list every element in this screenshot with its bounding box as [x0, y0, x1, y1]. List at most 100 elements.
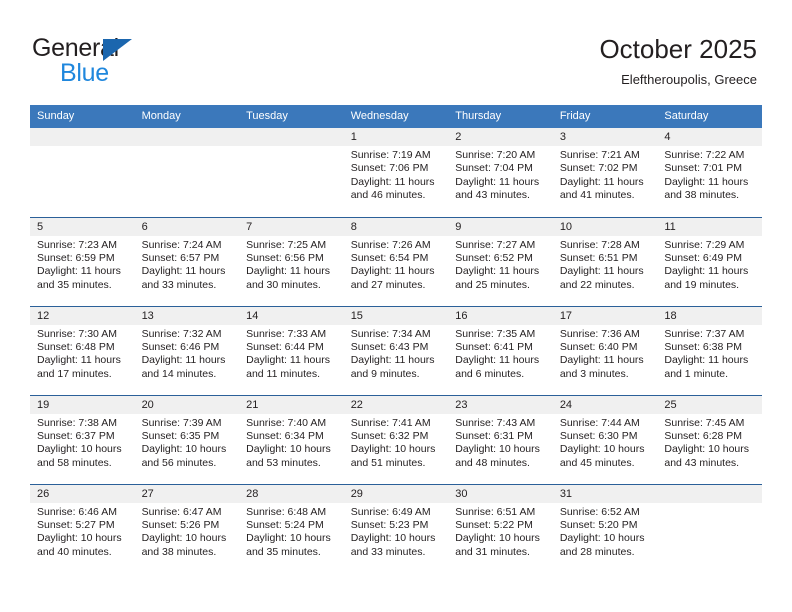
daylight-text-cont: and 48 minutes.: [455, 456, 530, 469]
weekday-header-monday: Monday: [134, 105, 240, 128]
sunrise-text: Sunrise: 7:22 AM: [664, 149, 745, 161]
sunrise-text: Sunrise: 6:48 AM: [246, 505, 327, 518]
day-cell[interactable]: 29 Sunrise: 6:49 AM Sunset: 5:23 PM Dayl…: [343, 483, 449, 573]
general-blue-logo: General Blue: [32, 34, 242, 88]
daylight-text: Daylight: 11 hours: [455, 175, 540, 188]
day-cell[interactable]: 10 Sunrise: 7:28 AM Sunset: 6:51 PM Dayl…: [552, 216, 658, 306]
sunrise-text: Sunrise: 7:40 AM: [246, 416, 327, 429]
week-row: 5 Sunrise: 7:23 AM Sunset: 6:59 PM Dayli…: [30, 216, 762, 306]
day-cell[interactable]: 31 Sunrise: 6:52 AM Sunset: 5:20 PM Dayl…: [552, 483, 658, 573]
sunrise-text: Sunrise: 7:43 AM: [455, 416, 536, 429]
day-cell[interactable]: 16 Sunrise: 7:35 AM Sunset: 6:41 PM Dayl…: [448, 305, 553, 395]
sunset-text: Sunset: 6:43 PM: [350, 340, 429, 353]
day-cell[interactable]: 24 Sunrise: 7:44 AM Sunset: 6:30 PM Dayl…: [552, 394, 658, 484]
daylight-text-cont: and 28 minutes.: [559, 545, 635, 558]
day-cell[interactable]: [134, 128, 240, 217]
sunset-text: Sunset: 7:02 PM: [559, 162, 638, 175]
day-details: Sunrise: 6:48 AM Sunset: 5:24 PM Dayligh…: [239, 503, 344, 560]
sunrise-text: Sunrise: 7:32 AM: [141, 327, 222, 340]
sunrise-text: Sunrise: 7:45 AM: [664, 416, 745, 429]
sunrise-text: Sunrise: 7:41 AM: [350, 416, 431, 429]
sunrise-text: Sunrise: 6:49 AM: [350, 505, 431, 518]
logo-triangle-icon: [103, 39, 132, 61]
day-details: Sunrise: 7:38 AM Sunset: 6:37 PM Dayligh…: [30, 414, 135, 471]
day-cell[interactable]: 22 Sunrise: 7:41 AM Sunset: 6:32 PM Dayl…: [343, 394, 449, 484]
day-number: 21: [239, 395, 344, 414]
sunrise-text: Sunrise: 7:26 AM: [350, 238, 431, 251]
day-cell[interactable]: 4 Sunrise: 7:22 AM Sunset: 7:01 PM Dayli…: [657, 128, 762, 217]
day-details: Sunrise: 7:33 AM Sunset: 6:44 PM Dayligh…: [239, 325, 344, 382]
sunrise-text: Sunrise: 6:47 AM: [141, 505, 222, 518]
day-cell[interactable]: 13 Sunrise: 7:32 AM Sunset: 6:46 PM Dayl…: [134, 305, 240, 395]
daylight-text: Daylight: 10 hours: [455, 443, 540, 456]
day-cell[interactable]: 7 Sunrise: 7:25 AM Sunset: 6:56 PM Dayli…: [239, 216, 344, 306]
day-cell[interactable]: 26 Sunrise: 6:46 AM Sunset: 5:27 PM Dayl…: [30, 483, 135, 573]
day-details: Sunrise: 6:51 AM Sunset: 5:22 PM Dayligh…: [448, 503, 553, 560]
day-cell[interactable]: 3 Sunrise: 7:21 AM Sunset: 7:02 PM Dayli…: [552, 128, 658, 217]
day-cell[interactable]: 11 Sunrise: 7:29 AM Sunset: 6:49 PM Dayl…: [657, 216, 762, 306]
day-cell[interactable]: 23 Sunrise: 7:43 AM Sunset: 6:31 PM Dayl…: [448, 394, 553, 484]
day-number: 19: [30, 395, 135, 414]
day-details: Sunrise: 7:32 AM Sunset: 6:46 PM Dayligh…: [135, 325, 240, 382]
daylight-text: Daylight: 10 hours: [37, 532, 122, 545]
sunrise-text: Sunrise: 7:29 AM: [664, 238, 745, 251]
sunset-text: Sunset: 6:46 PM: [141, 340, 220, 353]
day-cell[interactable]: 27 Sunrise: 6:47 AM Sunset: 5:26 PM Dayl…: [134, 483, 240, 573]
day-details: Sunrise: 7:22 AM Sunset: 7:01 PM Dayligh…: [657, 146, 762, 203]
sunset-text: Sunset: 5:23 PM: [350, 518, 429, 531]
day-cell[interactable]: 9 Sunrise: 7:27 AM Sunset: 6:52 PM Dayli…: [448, 216, 553, 306]
day-cell[interactable]: [239, 128, 344, 217]
day-number: 23: [448, 395, 553, 414]
day-number: 9: [448, 217, 553, 236]
sunset-text: Sunset: 6:41 PM: [455, 340, 533, 353]
sunset-text: Sunset: 7:01 PM: [664, 162, 743, 175]
day-cell[interactable]: [657, 483, 762, 573]
day-cell[interactable]: 8 Sunrise: 7:26 AM Sunset: 6:54 PM Dayli…: [343, 216, 449, 306]
day-number: 3: [552, 128, 658, 146]
day-number: 28: [239, 484, 344, 503]
sunset-text: Sunset: 6:30 PM: [559, 429, 638, 442]
day-cell[interactable]: [30, 128, 135, 217]
day-cell[interactable]: 21 Sunrise: 7:40 AM Sunset: 6:34 PM Dayl…: [239, 394, 344, 484]
sunrise-text: Sunrise: 7:35 AM: [455, 327, 536, 340]
day-cell[interactable]: 28 Sunrise: 6:48 AM Sunset: 5:24 PM Dayl…: [239, 483, 344, 573]
logo-text-blue: Blue: [60, 59, 109, 87]
page-subtitle: Eleftheroupolis, Greece: [621, 72, 757, 87]
day-details: Sunrise: 7:19 AM Sunset: 7:06 PM Dayligh…: [344, 146, 449, 203]
day-number: [134, 128, 240, 146]
sunrise-text: Sunrise: 7:37 AM: [664, 327, 745, 340]
day-cell[interactable]: 17 Sunrise: 7:36 AM Sunset: 6:40 PM Dayl…: [552, 305, 658, 395]
day-cell[interactable]: 30 Sunrise: 6:51 AM Sunset: 5:22 PM Dayl…: [448, 483, 553, 573]
day-number: 10: [552, 217, 658, 236]
day-cell[interactable]: 12 Sunrise: 7:30 AM Sunset: 6:48 PM Dayl…: [30, 305, 135, 395]
daylight-text: Daylight: 10 hours: [350, 532, 436, 545]
sunrise-text: Sunrise: 7:28 AM: [559, 238, 640, 251]
daylight-text-cont: and 11 minutes.: [246, 367, 321, 380]
sunset-text: Sunset: 6:34 PM: [246, 429, 324, 442]
day-cell[interactable]: 14 Sunrise: 7:33 AM Sunset: 6:44 PM Dayl…: [239, 305, 344, 395]
sunset-text: Sunset: 6:52 PM: [455, 251, 533, 264]
day-cell[interactable]: 19 Sunrise: 7:38 AM Sunset: 6:37 PM Dayl…: [30, 394, 135, 484]
day-number: 22: [343, 395, 449, 414]
week-row: 1 Sunrise: 7:19 AM Sunset: 7:06 PM Dayli…: [30, 128, 762, 217]
daylight-text-cont: and 19 minutes.: [664, 278, 740, 291]
daylight-text-cont: and 43 minutes.: [455, 189, 530, 202]
sunset-text: Sunset: 6:56 PM: [246, 251, 324, 264]
sunset-text: Sunset: 6:44 PM: [246, 340, 324, 353]
day-cell[interactable]: 1 Sunrise: 7:19 AM Sunset: 7:06 PM Dayli…: [343, 128, 449, 217]
day-cell[interactable]: 20 Sunrise: 7:39 AM Sunset: 6:35 PM Dayl…: [134, 394, 240, 484]
daylight-text-cont: and 45 minutes.: [559, 456, 635, 469]
day-number: 11: [657, 217, 762, 236]
sunset-text: Sunset: 5:27 PM: [37, 518, 115, 531]
daylight-text-cont: and 46 minutes.: [350, 189, 426, 202]
daylight-text: Daylight: 11 hours: [559, 265, 644, 278]
page-title: October 2025: [599, 34, 757, 64]
day-cell[interactable]: 18 Sunrise: 7:37 AM Sunset: 6:38 PM Dayl…: [657, 305, 762, 395]
day-cell[interactable]: 6 Sunrise: 7:24 AM Sunset: 6:57 PM Dayli…: [134, 216, 240, 306]
daylight-text: Daylight: 11 hours: [455, 265, 540, 278]
day-cell[interactable]: 5 Sunrise: 7:23 AM Sunset: 6:59 PM Dayli…: [30, 216, 135, 306]
day-cell[interactable]: 2 Sunrise: 7:20 AM Sunset: 7:04 PM Dayli…: [448, 128, 553, 217]
day-cell[interactable]: 15 Sunrise: 7:34 AM Sunset: 6:43 PM Dayl…: [343, 305, 449, 395]
day-cell[interactable]: 25 Sunrise: 7:45 AM Sunset: 6:28 PM Dayl…: [657, 394, 762, 484]
daylight-text: Daylight: 11 hours: [37, 354, 121, 367]
